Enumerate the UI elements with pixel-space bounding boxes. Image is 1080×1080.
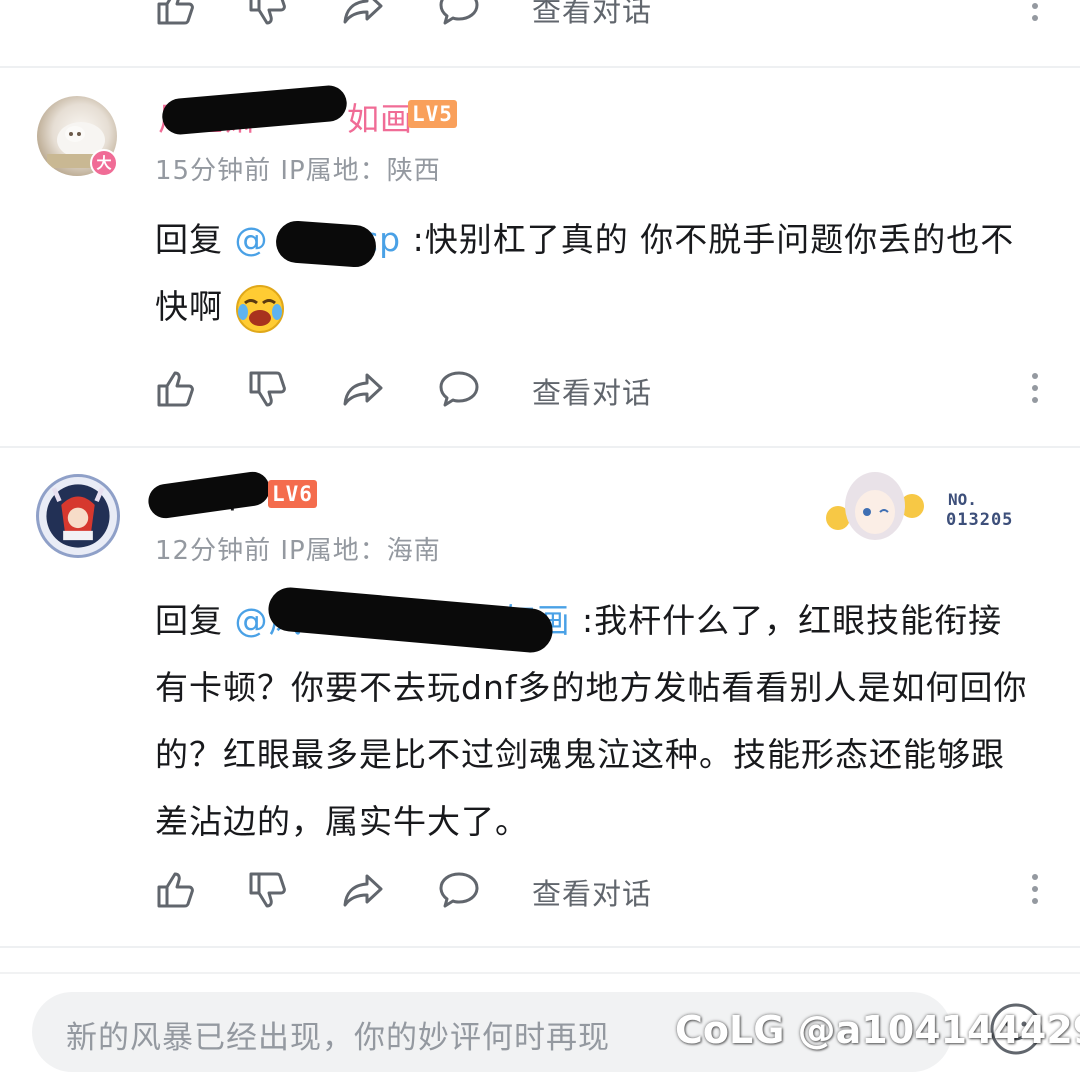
avatar[interactable] [36,474,120,558]
thumbs-down-icon[interactable] [247,870,291,910]
watermark: CoLG @a1041444292 [675,1008,1080,1052]
mention-head: @ [234,220,280,259]
thumbs-down-icon[interactable] [247,369,291,409]
timestamp: 12分钟前 [155,536,272,566]
comment-bubble-icon[interactable] [437,0,481,27]
view-conversation-button[interactable]: 查看对话 [532,0,652,30]
reply-prefix: 回复 [155,220,223,259]
comment-input-placeholder: 新的风暴已经出现，你的妙评何时再现 [66,1020,610,1056]
comment-bubble-icon[interactable] [437,369,481,409]
thumbs-up-icon[interactable] [155,870,199,910]
divider [0,446,1080,448]
comment-actions-top: 查看对话 [155,0,1045,32]
comment-bubble-icon[interactable] [437,870,481,910]
comment-actions: 查看对话 [155,865,1045,915]
thumbs-up-icon[interactable] [155,369,199,409]
fan-number: 013205 [946,510,1014,530]
reply-prefix: 回复 [155,601,223,640]
view-conversation-button[interactable]: 查看对话 [532,871,652,913]
share-icon[interactable] [341,369,385,409]
more-dots-icon[interactable] [1025,870,1045,910]
fan-decoration[interactable]: NO. 013205 [820,466,1030,548]
fan-badge-character-icon [826,472,924,540]
redaction [274,219,378,269]
ip-location: IP属地：陕西 [280,156,441,186]
divider [0,66,1080,68]
thumbs-down-icon[interactable] [247,0,291,27]
comment-actions: 查看对话 [155,364,1045,414]
divider [0,972,1080,974]
comment-meta: 12分钟前 IP属地：海南 [155,530,441,567]
level-badge: LV6 [268,480,317,508]
divider [0,946,1080,948]
laughing-crying-emoji-icon [235,284,285,334]
share-icon[interactable] [341,870,385,910]
comment-meta: 15分钟前 IP属地：陕西 [155,150,441,187]
more-dots-icon[interactable] [1025,0,1045,27]
level-badge: LV5 [408,100,457,128]
timestamp: 15分钟前 [155,156,272,186]
view-conversation-button[interactable]: 查看对话 [532,370,652,412]
ip-location: IP属地：海南 [280,536,441,566]
thumbs-up-icon[interactable] [155,0,199,27]
badge-label: 大 [96,154,112,172]
username-tail: 如画 [347,100,414,138]
avatar-badge: 大 [90,149,118,177]
share-icon[interactable] [341,0,385,27]
more-dots-icon[interactable] [1025,369,1045,409]
fan-number-label: NO. [948,490,977,509]
